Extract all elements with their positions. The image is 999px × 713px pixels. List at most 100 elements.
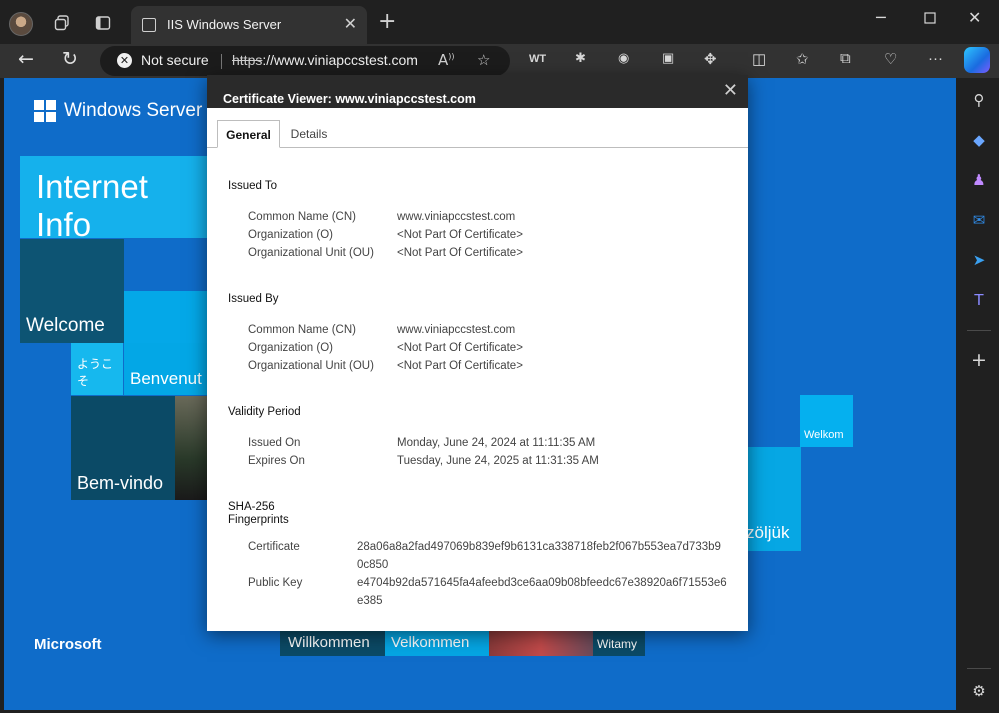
- fingerprints-heading: SHA-256 Fingerprints: [228, 501, 289, 527]
- dialog-header: Certificate Viewer: www.viniapccstest.co…: [207, 75, 748, 108]
- tile-welcome-text: Welcome: [26, 315, 105, 336]
- dialog-tabs: General Details: [207, 108, 748, 148]
- page-favicon-icon: [142, 18, 156, 32]
- favorites-icon[interactable]: ✩: [796, 50, 809, 68]
- expires-on-label: Expires On: [248, 455, 305, 467]
- issued-to-cn-label: Common Name (CN): [248, 211, 356, 223]
- search-icon[interactable]: ⚲: [969, 90, 989, 110]
- tile-portuguese-text: Bem-vindo: [77, 473, 164, 493]
- tile-photo: [175, 396, 210, 500]
- close-window-icon[interactable]: ✕: [968, 8, 981, 27]
- tile-danish: Velkommen: [385, 630, 489, 656]
- issued-to-ou-label: Organizational Unit (OU): [248, 247, 374, 259]
- tile-blank: [124, 291, 210, 343]
- wt-extension-icon[interactable]: WT: [529, 53, 546, 65]
- tab-actions-icon[interactable]: [90, 10, 116, 36]
- extensions-icon[interactable]: ✥: [704, 50, 717, 68]
- send-icon[interactable]: ➤: [969, 250, 989, 270]
- puzzle-extension-icon[interactable]: ◉: [618, 50, 629, 66]
- tab-general[interactable]: General: [217, 120, 280, 148]
- edge-sidebar: ⚲ ◆ ♟ ✉ ➤ T + ⚙: [959, 78, 999, 713]
- copilot-icon[interactable]: [964, 47, 990, 73]
- certificate-fp-value: 28a06a8a2fad497069b839ef9b6131ca338718fe…: [357, 541, 721, 571]
- tile-dutch-text: Welkom: [804, 429, 844, 441]
- tab-strip: IIS Windows Server ✕ + ─ ✕: [0, 0, 999, 44]
- issued-on-value: Monday, June 24, 2024 at 11:11:35 AM: [397, 437, 596, 449]
- url-scheme: https: [232, 52, 263, 68]
- issued-to-heading: Issued To: [228, 180, 278, 192]
- tile-welcome: Welcome: [20, 239, 124, 343]
- sidebar-divider-bottom: [967, 668, 991, 669]
- security-status[interactable]: Not secure: [141, 52, 209, 68]
- games-icon[interactable]: ♟: [969, 170, 989, 190]
- tile-portuguese: Bem-vindo: [71, 396, 175, 500]
- product-name: Windows Server: [64, 100, 203, 121]
- issued-to-ou-value: <Not Part Of Certificate>: [397, 247, 523, 259]
- tile-polish-text: Witamy: [597, 637, 637, 651]
- tile-danish-text: Velkommen: [391, 634, 470, 651]
- tile-german: Willkommen: [280, 630, 385, 656]
- split-screen-icon[interactable]: ◫: [752, 50, 766, 68]
- tab-close-icon[interactable]: ✕: [344, 14, 357, 33]
- browser-window: IIS Windows Server ✕ + ─ ✕ ← ↻ ✕ Not sec…: [0, 0, 999, 713]
- collections-icon[interactable]: ⧉: [840, 50, 851, 67]
- tab-details[interactable]: Details: [283, 120, 335, 148]
- windows-server-logo: Windows Server: [34, 100, 202, 122]
- not-secure-icon[interactable]: ✕: [117, 53, 132, 68]
- issued-on-label: Issued On: [248, 437, 301, 449]
- fingerprints-heading-line2: Fingerprints: [228, 514, 289, 526]
- shopping-tag-icon[interactable]: ◆: [969, 130, 989, 150]
- favorite-star-icon[interactable]: ☆: [477, 51, 490, 69]
- outlook-icon[interactable]: ✉: [969, 210, 989, 230]
- tab-iis-windows-server[interactable]: IIS Windows Server ✕: [131, 6, 367, 44]
- issued-by-ou-label: Organizational Unit (OU): [248, 360, 374, 372]
- tile-dutch: Welkom: [800, 395, 853, 447]
- new-tab-icon[interactable]: +: [378, 11, 396, 33]
- profile-avatar[interactable]: [9, 12, 33, 36]
- teams-icon[interactable]: T: [969, 290, 989, 310]
- toolbar: ← ↻ ✕ Not secure https://www.viniapccste…: [0, 44, 999, 78]
- tile-photo-2: [489, 630, 593, 656]
- fingerprints-heading-line1: SHA-256: [228, 501, 275, 513]
- tile-german-text: Willkommen: [288, 634, 370, 651]
- issued-to-o-value: <Not Part Of Certificate>: [397, 229, 523, 241]
- windows-logo-icon: [34, 100, 56, 122]
- address-divider: [221, 54, 222, 69]
- tile-italian-text: Benvenut: [130, 369, 202, 388]
- url-text[interactable]: https://www.viniapccstest.com: [232, 52, 418, 68]
- settings-gear-icon[interactable]: ⚙: [969, 681, 989, 701]
- certificate-fp-label: Certificate: [248, 541, 300, 553]
- save-extension-icon[interactable]: ▣: [662, 50, 674, 66]
- more-menu-icon[interactable]: ···: [928, 50, 943, 67]
- certificate-viewer-dialog: Certificate Viewer: www.viniapccstest.co…: [207, 75, 748, 631]
- tab-title: IIS Windows Server: [167, 17, 282, 32]
- banner-text: Internet Info: [36, 168, 148, 243]
- issued-by-heading: Issued By: [228, 293, 279, 305]
- workspaces-icon[interactable]: [49, 10, 75, 36]
- public-key-fp-value: e4704b92da571645fa4afeebd3ce6aa09b08bfee…: [357, 577, 727, 607]
- sidebar-divider: [967, 330, 991, 331]
- minimize-icon[interactable]: ─: [876, 8, 886, 27]
- tile-japanese: ようこそ: [71, 343, 123, 395]
- tile-polish: Witamy: [593, 630, 645, 656]
- tile-italian: Benvenut: [124, 343, 210, 395]
- read-aloud-icon[interactable]: A)): [438, 51, 455, 69]
- address-bar[interactable]: ✕ Not secure https://www.viniapccstest.c…: [100, 46, 510, 76]
- refresh-icon[interactable]: ↻: [62, 48, 78, 70]
- issued-to-o-label: Organization (O): [248, 229, 334, 241]
- url-host: ://www.viniapccstest.com: [262, 52, 418, 68]
- microsoft-logo: Microsoft: [34, 636, 102, 653]
- expires-on-value: Tuesday, June 24, 2025 at 11:31:35 AM: [397, 455, 599, 467]
- issued-by-ou-value: <Not Part Of Certificate>: [397, 360, 523, 372]
- back-arrow-icon[interactable]: ←: [18, 48, 34, 70]
- browser-essentials-icon[interactable]: ♡: [884, 50, 897, 68]
- public-key-fp-label: Public Key: [248, 577, 303, 589]
- issued-by-o-label: Organization (O): [248, 342, 334, 354]
- maximize-icon[interactable]: [924, 9, 936, 28]
- issued-by-o-value: <Not Part Of Certificate>: [397, 342, 523, 354]
- tile-japanese-text: ようこそ: [77, 357, 114, 388]
- validity-heading: Validity Period: [228, 406, 301, 418]
- add-sidebar-app-icon[interactable]: +: [969, 349, 989, 371]
- dialog-close-icon[interactable]: ✕: [723, 80, 738, 101]
- bug-extension-icon[interactable]: ✱: [575, 50, 586, 66]
